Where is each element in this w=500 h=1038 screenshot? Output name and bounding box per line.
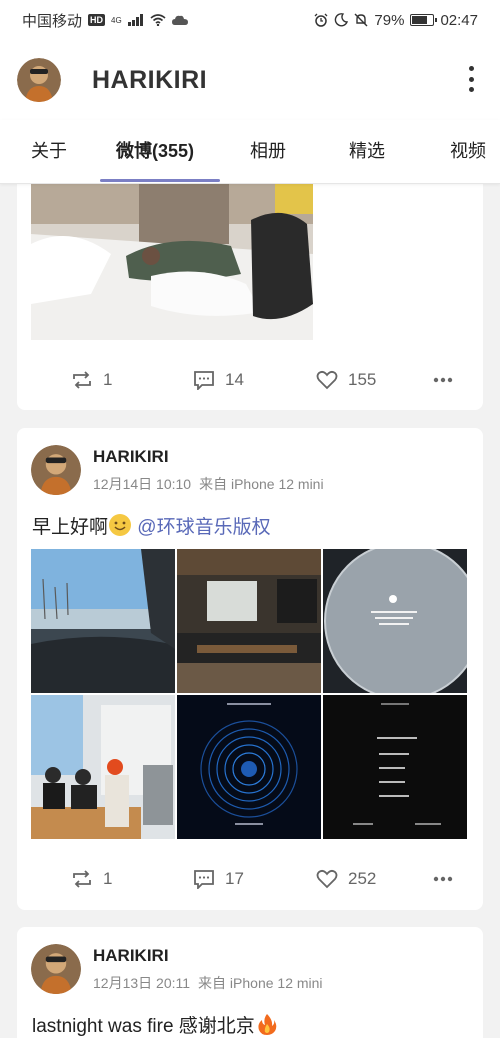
post-card: 1 14 155 bbox=[17, 168, 483, 410]
mention-link[interactable]: @环球音乐版权 bbox=[137, 517, 270, 538]
alarm-icon bbox=[314, 13, 328, 27]
more-actions-button[interactable] bbox=[433, 859, 453, 899]
repost-icon bbox=[73, 371, 91, 389]
more-actions-button[interactable] bbox=[433, 360, 453, 400]
post-photo[interactable] bbox=[31, 184, 313, 340]
author-avatar[interactable] bbox=[31, 445, 81, 495]
more-options-button[interactable] bbox=[466, 66, 476, 92]
like-button[interactable]: 155 bbox=[316, 360, 376, 400]
post-photo[interactable] bbox=[323, 695, 467, 839]
post-source: 来自 iPhone 12 mini bbox=[199, 475, 324, 492]
post-time: 12月13日 20:11 bbox=[93, 974, 191, 991]
post-photo[interactable] bbox=[323, 549, 467, 693]
active-tab-indicator bbox=[100, 179, 220, 182]
smile-emoji-icon bbox=[109, 514, 132, 536]
post-action-bar: 1 14 155 bbox=[17, 360, 483, 400]
post-action-bar: 1 17 252 bbox=[17, 859, 483, 899]
post-photo[interactable] bbox=[31, 695, 175, 839]
post-text: 早上好啊 @环球音乐版权 bbox=[32, 512, 271, 539]
clock: 02:47 bbox=[440, 11, 478, 29]
mute-icon bbox=[354, 13, 368, 27]
post-author[interactable]: HARIKIRI bbox=[93, 946, 323, 966]
post-author[interactable]: HARIKIRI bbox=[93, 447, 324, 467]
post-text: lastnight was fire 感谢北京 bbox=[32, 1011, 279, 1038]
post-header: HARIKIRI 12月13日 20:11 来自 iPhone 12 mini bbox=[31, 943, 323, 995]
comment-icon bbox=[194, 870, 214, 889]
post-card: HARIKIRI 12月14日 10:10 来自 iPhone 12 mini 早… bbox=[17, 428, 483, 910]
post-text-body: 早上好啊 bbox=[32, 517, 109, 538]
fire-emoji-icon bbox=[258, 1014, 277, 1035]
repost-button[interactable]: 1 bbox=[71, 360, 112, 400]
repost-count: 1 bbox=[103, 869, 113, 888]
carrier-label: 中国移动 bbox=[22, 12, 83, 30]
ellipsis-icon bbox=[433, 377, 453, 383]
profile-name: HARIKIRI bbox=[92, 65, 208, 94]
comment-button[interactable]: 14 bbox=[193, 360, 244, 400]
tab-album[interactable]: 相册 bbox=[250, 120, 286, 183]
post-photo[interactable] bbox=[177, 549, 321, 693]
moon-icon bbox=[335, 13, 349, 27]
battery-icon bbox=[410, 14, 438, 26]
like-button[interactable]: 252 bbox=[316, 859, 376, 899]
tab-weibo[interactable]: 微博(355) bbox=[116, 120, 194, 183]
tab-featured[interactable]: 精选 bbox=[349, 120, 385, 183]
wifi-icon bbox=[150, 14, 166, 26]
like-count: 155 bbox=[348, 370, 377, 389]
battery-percent: 79% bbox=[374, 11, 405, 29]
comment-count: 17 bbox=[225, 869, 244, 888]
hd-badge: HD bbox=[88, 14, 106, 26]
status-bar: 中国移动 HD 4G 79% 02:47 bbox=[0, 0, 500, 40]
post-source: 来自 iPhone 12 mini bbox=[198, 974, 323, 991]
profile-avatar[interactable] bbox=[17, 58, 61, 102]
heart-icon bbox=[316, 869, 338, 889]
like-count: 252 bbox=[348, 869, 377, 888]
post-header: HARIKIRI 12月14日 10:10 来自 iPhone 12 mini bbox=[31, 444, 324, 496]
tab-video[interactable]: 视频 bbox=[450, 120, 486, 183]
heart-icon bbox=[316, 370, 338, 390]
comment-button[interactable]: 17 bbox=[193, 859, 244, 899]
comment-count: 14 bbox=[225, 370, 244, 389]
network-label: 4G bbox=[111, 15, 122, 25]
cloud-icon bbox=[171, 15, 188, 25]
repost-button[interactable]: 1 bbox=[71, 859, 112, 899]
repost-count: 1 bbox=[103, 370, 113, 389]
post-text-body: lastnight was fire 感谢北京 bbox=[32, 1016, 255, 1037]
tab-about[interactable]: 关于 bbox=[31, 120, 67, 183]
post-card: HARIKIRI 12月13日 20:11 来自 iPhone 12 mini l… bbox=[17, 927, 483, 1038]
repost-icon bbox=[73, 870, 91, 888]
post-time: 12月14日 10:10 bbox=[93, 475, 192, 492]
post-photo[interactable] bbox=[31, 549, 175, 693]
profile-tabs: 关于 微博(355) 相册 精选 视频 bbox=[0, 120, 500, 184]
author-avatar[interactable] bbox=[31, 944, 81, 994]
signal-icon bbox=[127, 14, 143, 26]
post-photo[interactable] bbox=[177, 695, 321, 839]
comment-icon bbox=[194, 371, 214, 390]
ellipsis-icon bbox=[433, 876, 453, 882]
profile-header: HARIKIRI bbox=[0, 40, 500, 120]
